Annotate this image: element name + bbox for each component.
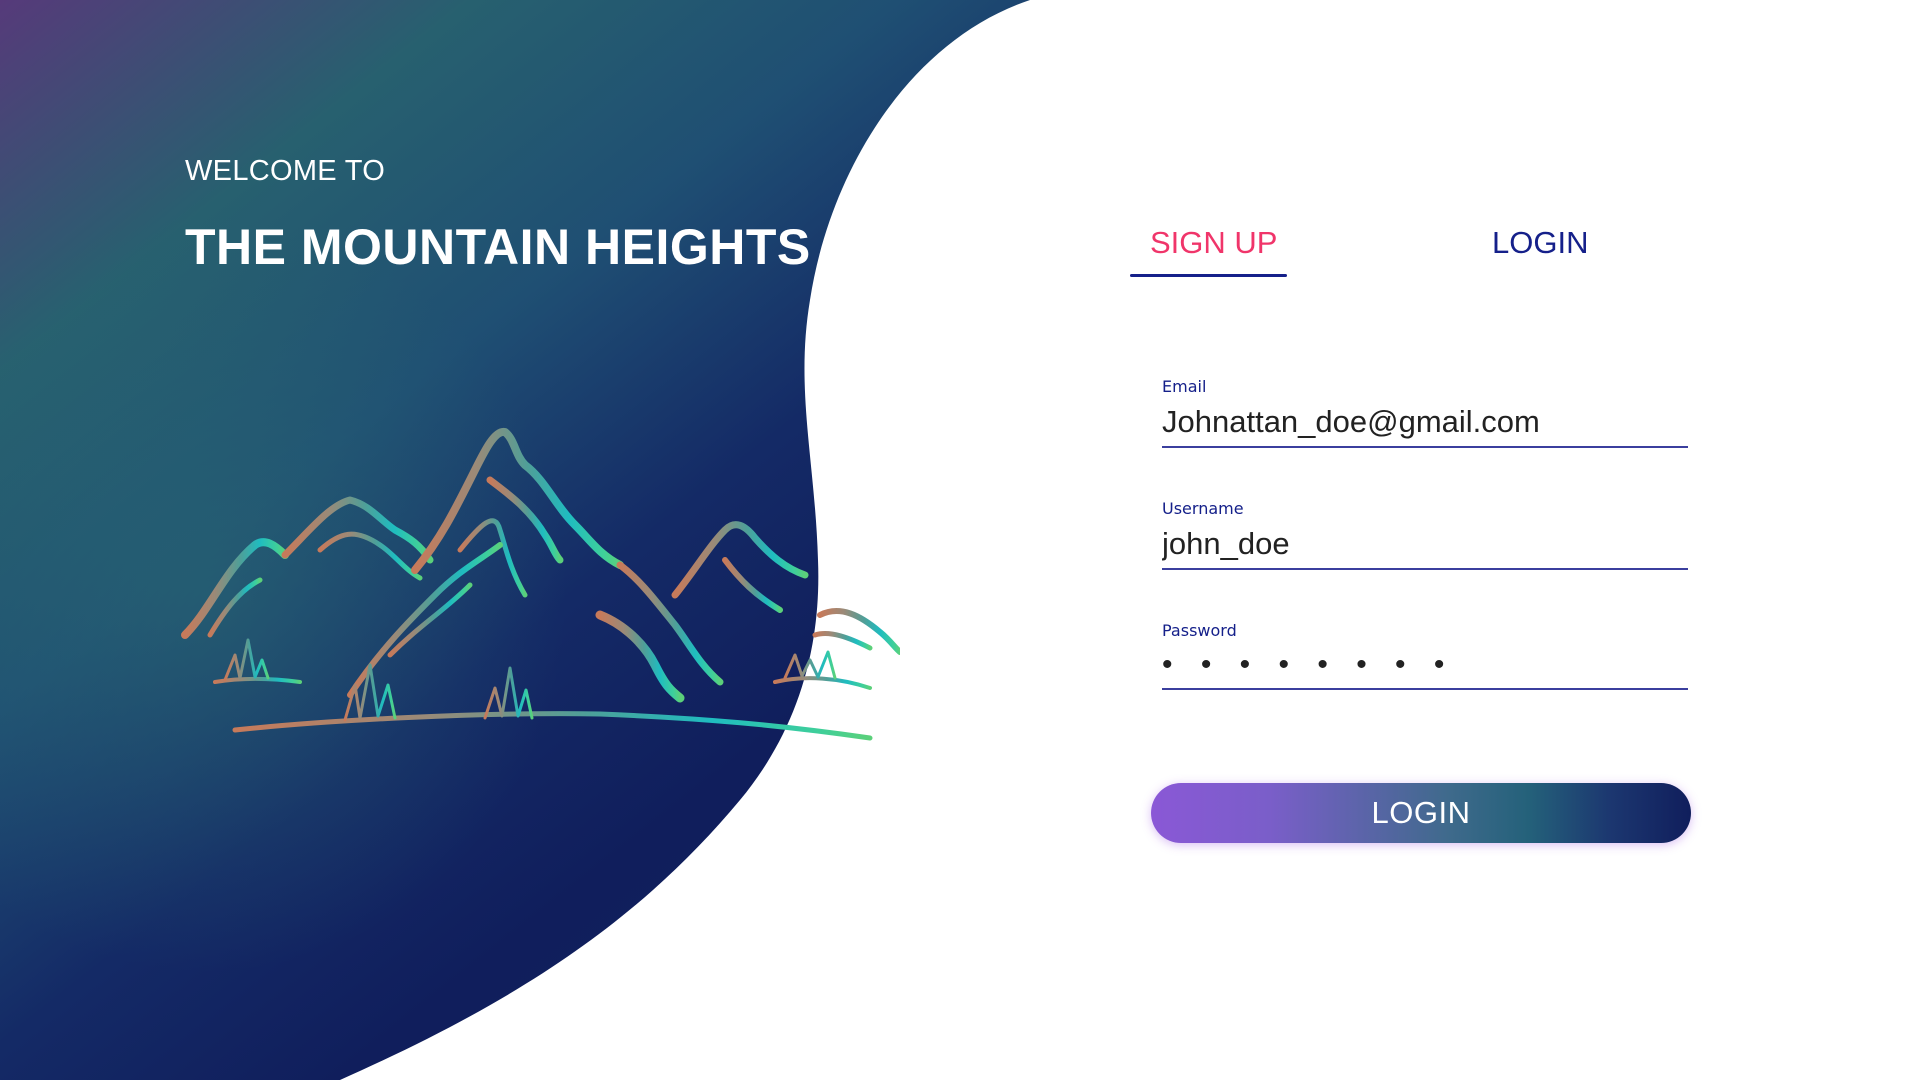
active-tab-indicator: [1130, 274, 1287, 277]
username-input[interactable]: [1162, 526, 1688, 570]
password-input[interactable]: [1162, 648, 1688, 690]
auth-tabs: SIGN UP LOGIN: [1130, 225, 1600, 285]
email-label: Email: [1162, 377, 1207, 396]
password-label: Password: [1162, 621, 1237, 640]
tab-signup[interactable]: SIGN UP: [1150, 225, 1277, 261]
tab-login[interactable]: LOGIN: [1492, 225, 1588, 261]
email-field-group: Email: [1162, 377, 1688, 448]
mountains-icon: [181, 428, 900, 741]
username-label: Username: [1162, 499, 1244, 518]
login-page: WELCOME TO THE MOUNTAIN HEIGHTS SIGN UP …: [0, 0, 1920, 1080]
username-field-group: Username: [1162, 499, 1688, 570]
email-input[interactable]: [1162, 404, 1688, 448]
login-button[interactable]: LOGIN: [1151, 783, 1691, 843]
password-field-group: Password: [1162, 621, 1688, 690]
brand-title: THE MOUNTAIN HEIGHTS: [185, 219, 811, 275]
welcome-heading: WELCOME TO: [185, 155, 386, 187]
